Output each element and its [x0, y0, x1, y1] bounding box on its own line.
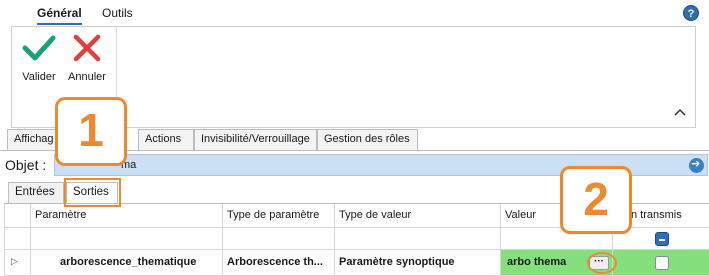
close-icon [73, 34, 101, 62]
chevron-up-icon[interactable] [673, 105, 687, 119]
valeur-text: arbo thema [507, 256, 567, 268]
arrow-right-icon[interactable] [689, 157, 704, 173]
grid-header-type-parametre[interactable]: Type de paramètre [223, 204, 335, 228]
grid-header-type-valeur[interactable]: Type de valeur [335, 204, 501, 228]
grid-header-spacer [5, 204, 31, 228]
tab-actions[interactable]: Actions [138, 129, 194, 150]
cell-type-parametre[interactable]: Arborescence th... [223, 250, 335, 276]
valider-button[interactable]: Valider [16, 31, 62, 93]
sorties-highlight [64, 178, 121, 207]
transmis-checkbox[interactable] [655, 256, 669, 270]
check-icon [22, 35, 56, 61]
row-expander-cell[interactable]: ▷ [5, 250, 31, 276]
dots-highlight [587, 252, 617, 274]
filter-cell-type-parametre[interactable] [223, 228, 335, 250]
cell-type-valeur[interactable]: Paramètre synoptique [335, 250, 501, 276]
callout-1: 1 [55, 97, 127, 166]
valider-label: Valider [22, 71, 56, 83]
annuler-button[interactable]: Annuler [64, 31, 110, 93]
expand-row-icon[interactable]: ▷ [11, 256, 18, 267]
cell-transmis[interactable] [613, 250, 709, 276]
filter-cell-parametre[interactable] [31, 228, 223, 250]
filter-row-spacer [5, 228, 31, 250]
tab-outils[interactable]: Outils [102, 6, 133, 20]
cell-parametre[interactable]: arborescence_thematique [31, 250, 223, 276]
tab-general[interactable]: Général [37, 6, 82, 25]
collapse-all-icon[interactable] [655, 232, 669, 246]
callout-2: 2 [560, 166, 632, 234]
objet-label: Objet : [5, 157, 47, 173]
tab-invisibilite-verrouillage[interactable]: Invisibilité/Verrouillage [194, 129, 317, 150]
grid-header-parametre[interactable]: Paramètre [31, 204, 223, 228]
filter-cell-type-valeur[interactable] [335, 228, 501, 250]
annuler-label: Annuler [68, 71, 106, 83]
tab-entrees[interactable]: Entrées [8, 182, 64, 203]
tab-gestion-des-roles[interactable]: Gestion des rôles [317, 129, 418, 150]
help-icon[interactable]: ? [683, 5, 699, 21]
